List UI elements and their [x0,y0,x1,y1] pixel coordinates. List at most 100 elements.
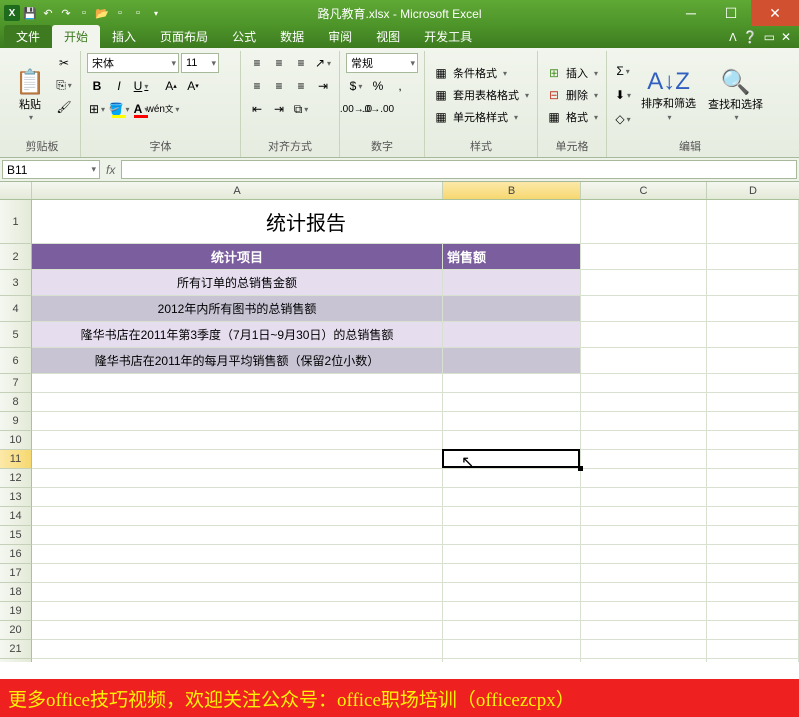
cell-C19[interactable] [581,602,707,621]
cell-C17[interactable] [581,564,707,583]
row-header-12[interactable]: 12 [0,469,32,488]
cell-C3[interactable] [581,270,707,296]
cell-C8[interactable] [581,393,707,412]
col-header-a[interactable]: A [32,182,443,199]
excel-icon[interactable]: X [4,5,20,21]
save-icon[interactable]: 💾 [22,5,38,21]
cell-B16[interactable] [443,545,581,564]
row-header-17[interactable]: 17 [0,564,32,583]
cell-A20[interactable] [32,621,443,640]
find-select-button[interactable]: 🔍 查找和选择▾ [704,53,767,137]
delete-cells-button[interactable]: ⊟删除▾ [544,86,600,104]
cell-A11[interactable] [32,450,443,469]
qat-more-icon[interactable]: ▾ [148,5,164,21]
fill-button[interactable]: ⬇▾ [613,85,633,105]
cell-B18[interactable] [443,583,581,602]
cell-C5[interactable] [581,322,707,348]
minimize-ribbon-icon[interactable]: ᐱ [729,31,737,44]
format-cells-button[interactable]: ▦格式▾ [544,108,600,126]
cell-C13[interactable] [581,488,707,507]
orientation-button[interactable]: ↗▾ [313,53,333,73]
percent-button[interactable]: % [368,76,388,96]
cell-D11[interactable] [707,450,799,469]
mdi-minimize-icon[interactable]: ▭ [764,30,775,44]
row-header-19[interactable]: 19 [0,602,32,621]
cell-C1[interactable] [581,200,707,244]
name-box[interactable]: B11 [2,160,100,179]
cell-B8[interactable] [443,393,581,412]
cell-C18[interactable] [581,583,707,602]
cell-D12[interactable] [707,469,799,488]
fill-color-button[interactable]: 🪣▾ [109,99,129,119]
close-button[interactable]: ✕ [751,0,799,26]
cut-button[interactable]: ✂ [54,53,74,73]
cell-C14[interactable] [581,507,707,526]
tab-data[interactable]: 数据 [268,25,316,48]
cell-D21[interactable] [707,640,799,659]
paste-button[interactable]: 📋 粘贴 ▾ [10,53,50,137]
cell-C20[interactable] [581,621,707,640]
cell-A13[interactable] [32,488,443,507]
cell-B21[interactable] [443,640,581,659]
cell-C16[interactable] [581,545,707,564]
cell-D1[interactable] [707,200,799,244]
redo-icon[interactable]: ↷ [58,5,74,21]
cell-D16[interactable] [707,545,799,564]
row-header-20[interactable]: 20 [0,621,32,640]
comma-button[interactable]: , [390,76,410,96]
cell-A6[interactable]: 隆华书店在2011年的每月平均销售额（保留2位小数） [32,348,443,374]
wrap-text-button[interactable]: ⇥ [313,76,333,96]
cell-A16[interactable] [32,545,443,564]
cell-A22[interactable] [32,659,443,662]
cell-B3[interactable] [443,270,581,296]
cell-D5[interactable] [707,322,799,348]
cell-A5[interactable]: 隆华书店在2011年第3季度（7月1日~9月30日）的总销售额 [32,322,443,348]
col-header-b[interactable]: B [443,182,581,199]
row-header-14[interactable]: 14 [0,507,32,526]
font-size-combo[interactable]: 11 [181,53,219,73]
cell-A21[interactable] [32,640,443,659]
cell-B2[interactable]: 销售额 [443,244,581,270]
cell-D15[interactable] [707,526,799,545]
italic-button[interactable]: I [109,76,129,96]
row-header-18[interactable]: 18 [0,583,32,602]
cell-D13[interactable] [707,488,799,507]
row-header-3[interactable]: 3 [0,270,32,296]
align-center-button[interactable]: ≡ [269,76,289,96]
cell-A10[interactable] [32,431,443,450]
fx-icon[interactable]: fx [106,163,115,177]
qat-icon-2[interactable]: ▫ [130,5,146,21]
cell-B15[interactable] [443,526,581,545]
cell-D4[interactable] [707,296,799,322]
cell-B19[interactable] [443,602,581,621]
cell-B7[interactable] [443,374,581,393]
phonetic-button[interactable]: wén文▾ [153,99,173,119]
mdi-close-icon[interactable]: ✕ [781,30,791,44]
tab-view[interactable]: 视图 [364,25,412,48]
row-header-11[interactable]: 11 [0,450,32,469]
cell-A1[interactable]: 统计报告 [32,200,581,244]
select-all-button[interactable] [0,182,32,199]
cell-A17[interactable] [32,564,443,583]
cell-B22[interactable] [443,659,581,662]
qat-icon-1[interactable]: ▫ [112,5,128,21]
cell-A12[interactable] [32,469,443,488]
font-color-button[interactable]: A▾ [131,99,151,119]
cell-B13[interactable] [443,488,581,507]
cell-A19[interactable] [32,602,443,621]
row-header-5[interactable]: 5 [0,322,32,348]
tab-developer[interactable]: 开发工具 [412,25,484,48]
cell-C10[interactable] [581,431,707,450]
clear-button[interactable]: ◇▾ [613,109,633,129]
open-icon[interactable]: 📂 [94,5,110,21]
cell-D17[interactable] [707,564,799,583]
cell-D2[interactable] [707,244,799,270]
cell-A15[interactable] [32,526,443,545]
cell-D19[interactable] [707,602,799,621]
row-header-22[interactable]: 22 [0,659,32,662]
cell-C4[interactable] [581,296,707,322]
conditional-formatting-button[interactable]: ▦条件格式▾ [431,64,531,82]
bold-button[interactable]: B [87,76,107,96]
grid-body[interactable]: 1统计报告2统计项目销售额3所有订单的总销售金额42012年内所有图书的总销售额… [0,200,799,662]
cell-C6[interactable] [581,348,707,374]
